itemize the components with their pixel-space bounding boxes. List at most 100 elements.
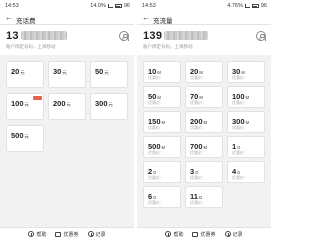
amount-option-card[interactable]: 70M 优惠价： <box>185 86 223 108</box>
help-button[interactable]: 帮助 <box>165 231 183 238</box>
help-label: 帮助 <box>36 231 47 238</box>
amount-option-card[interactable]: 500M 优惠价： <box>143 136 181 158</box>
amount-unit: 元 <box>24 102 29 107</box>
amount-option-card[interactable]: 100M 优惠价： <box>227 86 265 108</box>
price-label: 优惠价： <box>232 100 248 105</box>
page-title: 充流量 <box>153 17 173 25</box>
amount-option-card[interactable]: 4G 优惠价： <box>227 161 265 183</box>
status-right: 4.76% 96 <box>227 3 267 9</box>
status-time: 14:53 <box>5 3 19 9</box>
amount-value: 300元 <box>95 99 113 108</box>
amount-option-card[interactable]: 1G 优惠价： <box>227 136 265 158</box>
left-phone-screen: 14:53 14.0% 96 ← 充话费 13 账户绑定号码，上海移动 20元 3… <box>0 0 134 240</box>
phone-number[interactable]: 139 <box>143 30 162 42</box>
price-label: 优惠价： <box>190 175 206 180</box>
price-label: 优惠价： <box>148 100 164 105</box>
amount-number: 100 <box>11 99 24 108</box>
amount-option-card[interactable]: 50元 <box>90 61 128 88</box>
amount-unit: 元 <box>104 70 109 75</box>
price-label: 优惠价： <box>232 125 248 130</box>
price-label: 优惠价： <box>190 75 206 80</box>
nav-bar: ← 充话费 <box>0 11 134 25</box>
amount-value: 200元 <box>53 99 71 108</box>
amount-option-card[interactable]: 200M 优惠价： <box>185 111 223 133</box>
record-icon <box>224 231 231 237</box>
amount-number: 200 <box>53 99 66 108</box>
amount-option-card[interactable]: 30元 <box>48 61 86 88</box>
amount-number: 30 <box>53 67 62 76</box>
amount-unit: 元 <box>66 102 71 107</box>
phone-subtitle: 账户绑定号码，上海移动 <box>6 44 56 49</box>
battery-level: 96 <box>123 3 130 9</box>
back-arrow-icon[interactable]: ← <box>5 13 13 23</box>
contact-book-icon[interactable] <box>119 31 129 41</box>
record-button[interactable]: 记录 <box>224 231 243 238</box>
battery-percent: 4.76% <box>227 3 243 9</box>
phone-number[interactable]: 13 <box>6 30 19 42</box>
amount-option-card[interactable]: 11G 优惠价： <box>185 186 223 208</box>
coupon-button[interactable]: 优惠券 <box>192 231 216 238</box>
status-time: 14:53 <box>142 3 156 9</box>
amount-option-card[interactable]: 10M 优惠价： <box>143 61 181 83</box>
amount-option-card[interactable]: 700M 优惠价： <box>185 136 223 158</box>
help-button[interactable]: 帮助 <box>28 231 46 238</box>
amount-option-card[interactable]: 300M 优惠价： <box>227 111 265 133</box>
amount-unit: 元 <box>24 134 29 139</box>
amount-option-card[interactable]: 20元 <box>6 61 44 88</box>
amount-option-card[interactable]: 6G 优惠价： <box>143 186 181 208</box>
amount-unit: 元 <box>20 70 25 75</box>
price-label: 优惠价： <box>148 125 164 130</box>
back-arrow-icon[interactable]: ← <box>142 13 150 23</box>
price-label: 优惠价： <box>190 150 206 155</box>
battery-icon <box>251 4 259 8</box>
amount-option-card[interactable]: 300元 <box>90 93 128 120</box>
price-label: 优惠价： <box>190 200 206 205</box>
price-label: 优惠价： <box>232 175 248 180</box>
coupon-label: 优惠券 <box>200 231 216 238</box>
coupon-button[interactable]: 优惠券 <box>55 231 79 238</box>
price-label: 优惠价： <box>232 150 248 155</box>
amount-option-card[interactable]: 20M 优惠价： <box>185 61 223 83</box>
price-label: 优惠价： <box>148 175 164 180</box>
battery-percent: 14.0% <box>90 3 106 9</box>
status-right: 14.0% 96 <box>90 3 130 9</box>
coupon-icon <box>55 231 62 237</box>
help-icon <box>28 231 35 237</box>
amount-option-card[interactable]: 50M 优惠价： <box>143 86 181 108</box>
amount-option-card[interactable]: 3G 优惠价： <box>185 161 223 183</box>
price-label: 优惠价： <box>148 75 164 80</box>
amount-option-card[interactable]: 500元 <box>6 125 44 152</box>
masked-number <box>21 31 67 40</box>
recharge-options-grid: 20元 30元 50元 100元 200元 300元 500元 <box>6 61 128 152</box>
amount-number: 500 <box>11 131 24 140</box>
amount-option-card[interactable]: 200元 <box>48 93 86 120</box>
signal-icon <box>244 4 250 8</box>
contact-book-icon[interactable] <box>256 31 266 41</box>
amount-option-card[interactable]: 100元 <box>6 93 44 120</box>
status-bar: 14:53 14.0% 96 <box>0 0 134 11</box>
record-icon <box>87 231 94 237</box>
price-label: 优惠价： <box>190 100 206 105</box>
amount-value: 20元 <box>11 67 25 76</box>
amount-value: 100元 <box>11 99 29 108</box>
coupon-label: 优惠券 <box>63 231 79 238</box>
right-phone-screen: 14:53 4.76% 96 ← 充流量 139 账户绑定号码，上海移动 10M… <box>137 0 271 240</box>
amount-option-card[interactable]: 30M 优惠价： <box>227 61 265 83</box>
phone-number-section: 139 账户绑定号码，上海移动 <box>137 25 271 55</box>
price-label: 优惠价： <box>148 200 164 205</box>
signal-icon <box>107 4 113 8</box>
nav-bar: ← 充流量 <box>137 11 271 25</box>
amount-option-card[interactable]: 2G 优惠价： <box>143 161 181 183</box>
phone-subtitle: 账户绑定号码，上海移动 <box>143 44 193 49</box>
record-label: 记录 <box>232 231 243 238</box>
amount-option-card[interactable]: 150M 优惠价： <box>143 111 181 133</box>
battery-level: 96 <box>260 3 267 9</box>
amount-value: 50元 <box>95 67 109 76</box>
amount-unit: 元 <box>62 70 67 75</box>
coupon-icon <box>192 231 199 237</box>
data-package-grid: 10M 优惠价： 20M 优惠价： 30M 优惠价： 50M 优惠价： 70M 优惠价： 100M 优… <box>143 61 265 208</box>
amount-number: 300 <box>95 99 108 108</box>
battery-icon <box>114 4 122 8</box>
price-label: 优惠价： <box>148 150 164 155</box>
record-button[interactable]: 记录 <box>87 231 106 238</box>
